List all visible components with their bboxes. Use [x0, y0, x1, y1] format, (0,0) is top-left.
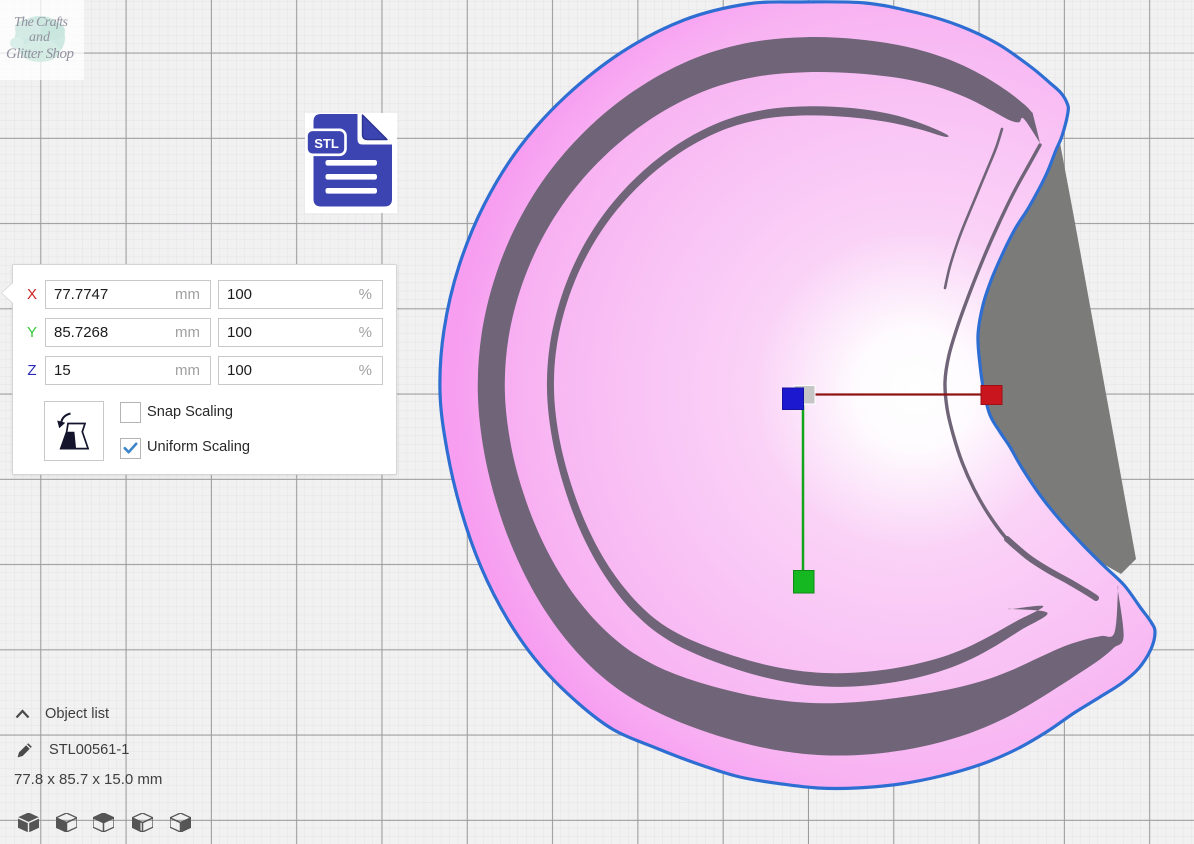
- svg-text:The Crafts: The Crafts: [14, 15, 69, 30]
- svg-text:STL: STL: [314, 136, 339, 151]
- svg-text:Glitter Shop: Glitter Shop: [6, 46, 75, 62]
- svg-text:and: and: [29, 30, 51, 45]
